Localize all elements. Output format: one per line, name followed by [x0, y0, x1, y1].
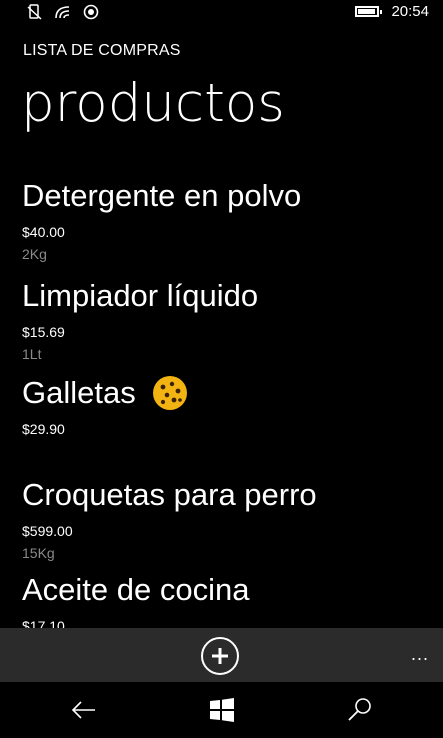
- page-title: productos: [21, 73, 285, 134]
- product-name: Detergente en polvo: [22, 178, 302, 213]
- product-name: Galletas: [22, 373, 432, 413]
- list-item[interactable]: Limpiador líquido $15.69 1Lt: [22, 276, 432, 364]
- product-quantity: 1Lt: [22, 346, 42, 362]
- status-bar: 20:54: [0, 0, 443, 26]
- list-item[interactable]: Galletas $29.90: [22, 373, 432, 439]
- product-price: $599.00: [22, 523, 73, 539]
- app-title: LISTA DE COMPRAS: [23, 42, 181, 59]
- product-list[interactable]: Detergente en polvo $40.00 2Kg Limpiador…: [0, 170, 443, 628]
- product-quantity: 15Kg: [22, 545, 55, 561]
- wifi-icon: [55, 6, 70, 19]
- cookie-icon: [152, 376, 187, 410]
- list-item[interactable]: Croquetas para perro $599.00 15Kg: [22, 475, 432, 563]
- list-item[interactable]: Aceite de cocina $17.10: [22, 570, 432, 628]
- product-price: $29.90: [22, 421, 65, 437]
- battery-icon: [355, 6, 383, 17]
- status-icons-left: [26, 3, 100, 21]
- windows-icon[interactable]: [208, 696, 236, 724]
- status-icons-right: 20:54: [355, 3, 429, 20]
- add-button[interactable]: [201, 637, 239, 675]
- location-icon: [83, 4, 99, 20]
- more-button[interactable]: ...: [411, 644, 429, 665]
- battery-fill: [358, 9, 376, 14]
- product-name: Limpiador líquido: [22, 278, 259, 313]
- product-price: $17.10: [22, 618, 65, 628]
- search-icon[interactable]: [346, 696, 374, 724]
- product-name: Aceite de cocina: [22, 572, 250, 607]
- silent-vibrate-icon: [27, 4, 42, 20]
- product-price: $15.69: [22, 324, 65, 340]
- back-icon[interactable]: [70, 696, 98, 724]
- product-quantity: 2Kg: [22, 246, 47, 262]
- add-icon: [212, 648, 228, 664]
- app-bar: ...: [0, 628, 443, 682]
- clock: 20:54: [391, 3, 429, 20]
- product-price: $40.00: [22, 224, 65, 240]
- list-item[interactable]: Detergente en polvo $40.00 2Kg: [22, 176, 432, 264]
- product-name: Croquetas para perro: [22, 477, 317, 512]
- nav-bar: [0, 682, 443, 738]
